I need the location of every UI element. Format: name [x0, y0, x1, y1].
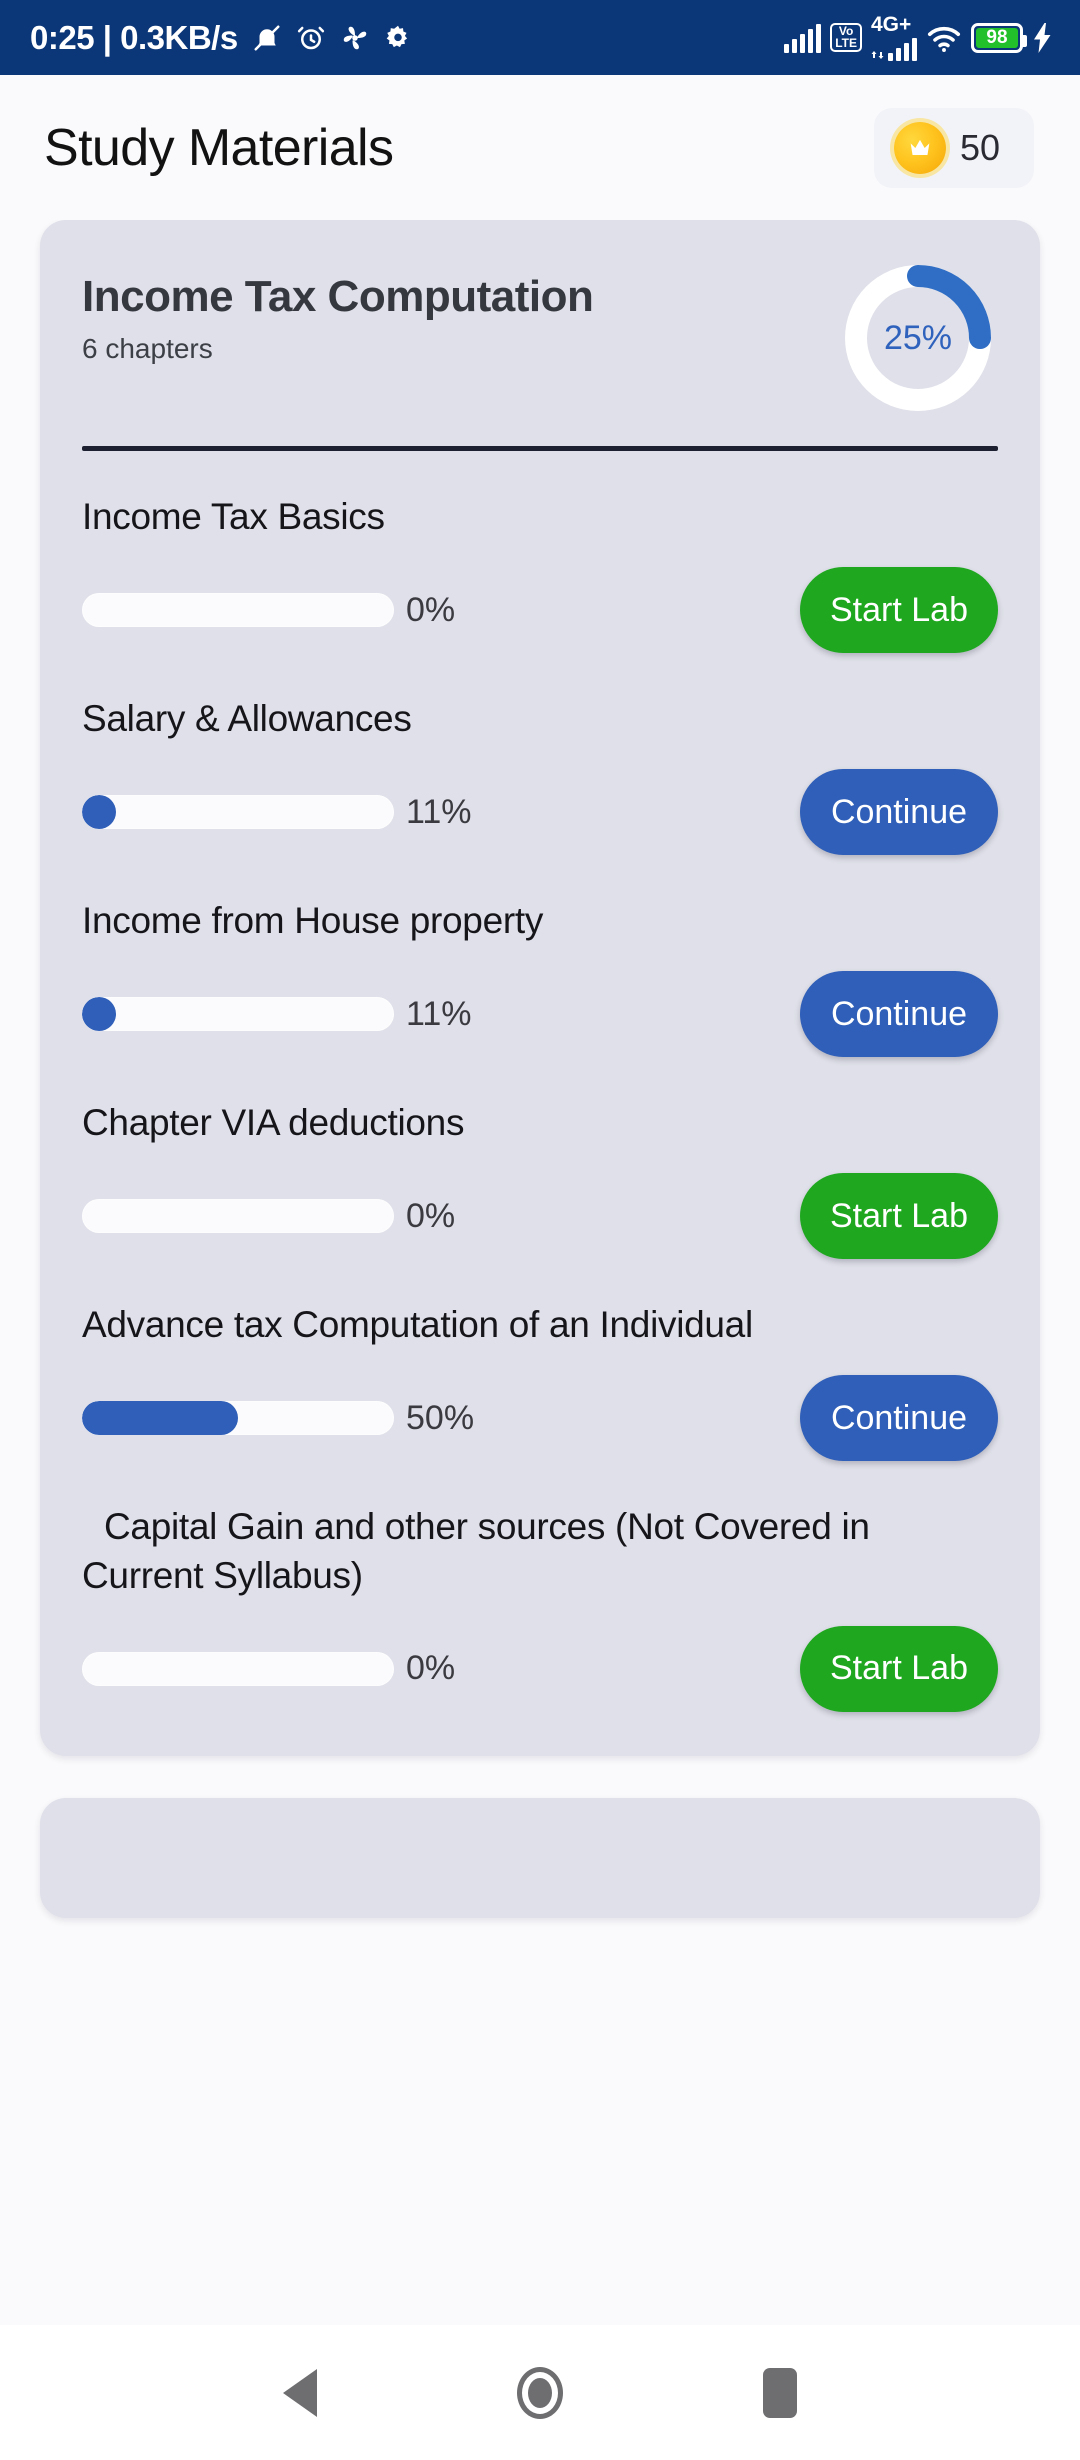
- volte-icon: Vo LTE: [830, 23, 862, 52]
- chapter-item: Advance tax Computation of an Individual…: [82, 1259, 998, 1462]
- coin-count-label: 50: [960, 126, 1001, 168]
- system-navigation-bar: [0, 2325, 1080, 2460]
- home-circle-icon[interactable]: [517, 2366, 563, 2419]
- signal-bars-secondary-icon: [871, 35, 917, 61]
- start-lab-button[interactable]: Start Lab: [800, 1625, 998, 1712]
- chapter-item: Capital Gain and other sources (Not Cove…: [82, 1461, 998, 1712]
- continue-button[interactable]: Continue: [800, 1375, 998, 1462]
- chapter-progress-bar: [82, 997, 394, 1032]
- chapter-progress-row: 11% Continue: [82, 971, 998, 1058]
- start-lab-button[interactable]: Start Lab: [800, 567, 998, 654]
- course-progress-label: 25%: [883, 318, 953, 357]
- chapter-progress-bar: [82, 1651, 394, 1686]
- chapter-title: Salary & Allowances: [82, 698, 412, 740]
- network-type-label: 4G+: [871, 13, 912, 36]
- back-triangle-icon[interactable]: [283, 2368, 317, 2417]
- recents-square-icon[interactable]: [763, 2367, 797, 2418]
- signal-bars-icon-2: [888, 35, 917, 61]
- course-chapters-count: 6 chapters: [82, 333, 213, 365]
- chapter-progress-bar: [82, 593, 394, 628]
- chapter-progress-fill: [82, 1401, 238, 1436]
- chapter-progress-label: 11%: [406, 792, 472, 831]
- crown-coin-icon: [894, 121, 946, 174]
- chapter-progress-label: 0%: [406, 590, 456, 629]
- chapter-item: Income Tax Basics 0% Start Lab: [82, 451, 998, 654]
- chapter-title: Chapter VIA deductions: [82, 1102, 465, 1144]
- status-bar-right: Vo LTE 4G+ 98: [784, 14, 1054, 61]
- gear-icon: [384, 24, 412, 52]
- network-type-group: 4G+: [871, 14, 917, 61]
- chapter-progress-row: 11% Continue: [82, 769, 998, 856]
- status-bar-left: 0:25 | 0.3KB/s: [30, 19, 412, 57]
- battery-percent-label: 98: [986, 26, 1008, 48]
- chapter-item: Income from House property 11% Continue: [82, 855, 998, 1058]
- coin-badge[interactable]: 50: [874, 107, 1034, 188]
- chapter-progress-label: 11%: [406, 994, 472, 1033]
- fan-icon: [340, 23, 370, 53]
- page-title: Study Materials: [44, 118, 394, 177]
- chapter-progress-row: 0% Start Lab: [82, 1173, 998, 1260]
- status-bar: 0:25 | 0.3KB/s Vo LTE 4G+ 98: [0, 0, 1080, 75]
- lightning-bolt-icon: [1032, 22, 1054, 53]
- status-clock-and-speed: 0:25 | 0.3KB/s: [30, 18, 238, 56]
- chapter-progress-label: 50%: [406, 1398, 475, 1437]
- chapter-progress-fill: [82, 795, 117, 830]
- chapter-title: Income from House property: [82, 900, 544, 942]
- mute-bell-icon: [252, 23, 282, 53]
- chapter-progress-label: 0%: [406, 1649, 456, 1688]
- signal-bars-icon: [784, 23, 822, 53]
- chapter-progress-row: 0% Start Lab: [82, 567, 998, 654]
- chapter-item: Chapter VIA deductions 0% Start Lab: [82, 1057, 998, 1260]
- chapter-progress-bar: [82, 1401, 394, 1436]
- start-lab-button[interactable]: Start Lab: [800, 1173, 998, 1260]
- app-header: Study Materials 50: [0, 75, 1080, 220]
- chapter-progress-bar: [82, 1199, 394, 1234]
- chapter-title: Advance tax Computation of an Individual: [82, 1304, 753, 1346]
- course-progress-ring: 25%: [838, 258, 998, 418]
- battery-icon: 98: [971, 22, 1027, 53]
- course-card: Income Tax Computation 6 chapters 25% In…: [40, 220, 1040, 1756]
- course-card-header: Income Tax Computation 6 chapters 25%: [82, 258, 998, 418]
- chapter-list: Income Tax Basics 0% Start Lab Salary & All…: [82, 451, 998, 1712]
- chapter-title: Income Tax Basics: [82, 496, 385, 537]
- chapter-progress-row: 0% Start Lab: [82, 1625, 998, 1712]
- materials-scroll-area[interactable]: Income Tax Computation 6 chapters 25% In…: [0, 220, 1080, 2325]
- chapter-progress-row: 50% Continue: [82, 1375, 998, 1462]
- chapter-progress-bar: [82, 795, 394, 830]
- alarm-clock-icon: [296, 23, 326, 53]
- chapter-progress-fill: [82, 997, 117, 1032]
- next-course-card-peek[interactable]: [40, 1797, 1040, 1918]
- chapter-progress-label: 0%: [406, 1196, 456, 1235]
- wifi-icon: [926, 23, 962, 53]
- continue-button[interactable]: Continue: [800, 769, 998, 856]
- course-title: Income Tax Computation: [82, 272, 594, 321]
- chapter-item: Salary & Allowances 11% Continue: [82, 653, 998, 856]
- chapter-title: Capital Gain and other sources (Not Cove…: [82, 1506, 870, 1596]
- continue-button[interactable]: Continue: [800, 971, 998, 1058]
- course-card-header-text: Income Tax Computation 6 chapters: [82, 258, 594, 365]
